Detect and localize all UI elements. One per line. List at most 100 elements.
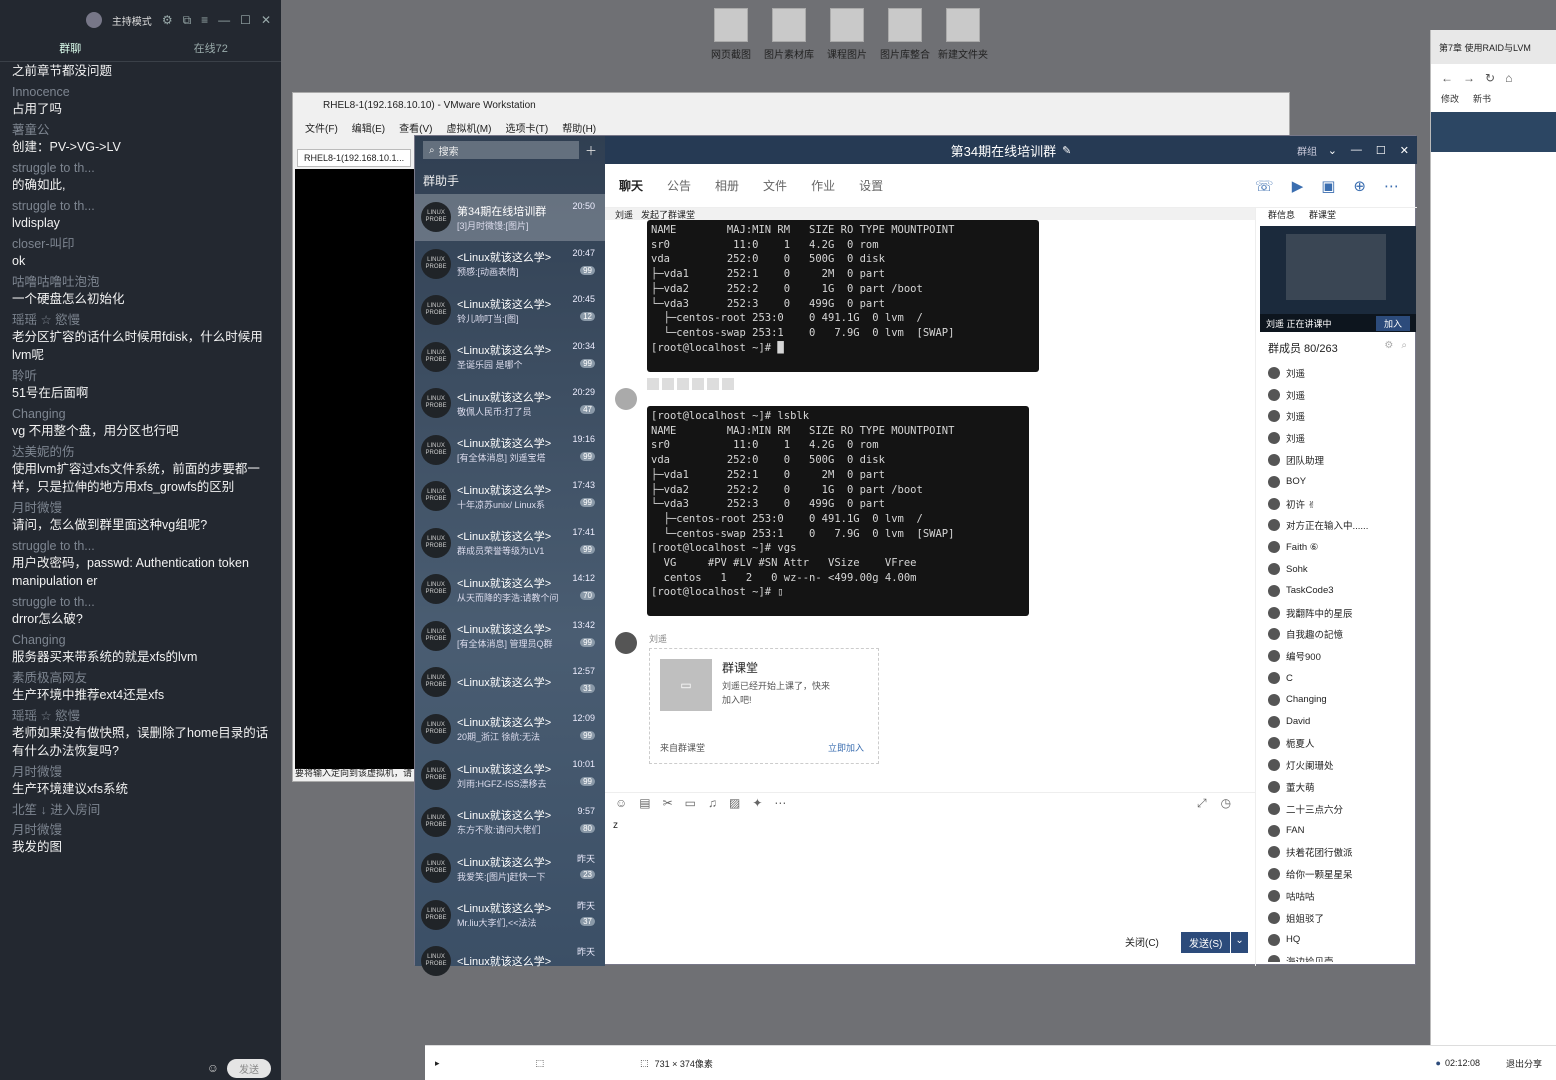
- member-item[interactable]: 海边捡贝壳: [1256, 951, 1418, 962]
- vm-menu-item[interactable]: 虚拟机(M): [446, 120, 491, 135]
- group-item[interactable]: LINUX PROBE <Linux就该这么学> 十年凉苏unix/ Linux系 1…: [415, 473, 605, 520]
- send-button[interactable]: 发送: [227, 1058, 271, 1078]
- member-item[interactable]: TaskCode3: [1256, 580, 1418, 602]
- chevron-down-icon[interactable]: ⌄: [1328, 144, 1337, 157]
- member-item[interactable]: 刘遥: [1256, 427, 1418, 449]
- desktop-shortcut[interactable]: 图片素材库: [763, 8, 815, 61]
- group-item[interactable]: LINUX PROBE <Linux就该这么学> 群成员荣誉等级为LV1 17:41 9…: [415, 520, 605, 567]
- vm-menu-item[interactable]: 查看(V): [399, 120, 432, 135]
- tab-item[interactable]: 公告: [667, 177, 691, 194]
- gif-icon[interactable]: ▤: [639, 796, 650, 810]
- group-item[interactable]: LINUX PROBE <Linux就该这么学> 东方不败:请问大佬们 9:57 80: [415, 799, 605, 846]
- member-item[interactable]: Changing: [1256, 689, 1418, 711]
- music-icon[interactable]: ♫: [708, 796, 717, 810]
- scissors-icon[interactable]: ✂: [663, 796, 673, 810]
- vm-menu-item[interactable]: 编辑(E): [352, 120, 385, 135]
- member-item[interactable]: 我翻阵中的星辰: [1256, 602, 1418, 624]
- member-item[interactable]: 刘遥: [1256, 384, 1418, 406]
- expand-icon[interactable]: ⤢: [1197, 796, 1207, 811]
- member-item[interactable]: Sohk: [1256, 558, 1418, 580]
- terminal-screenshot-1[interactable]: NAME MAJ:MIN RM SIZE RO TYPE MOUNTPOINT …: [647, 220, 1039, 372]
- emoji-icon[interactable]: ☺: [615, 796, 627, 810]
- group-class-card[interactable]: ▭ 群课堂 刘遥已经开始上课了，快来加入吧! 来自群课堂 立即加入: [649, 648, 879, 764]
- group-item[interactable]: LINUX PROBE <Linux就该这么学> 从天而降的李浩:请教个问 14:12…: [415, 566, 605, 613]
- tab-online[interactable]: 在线72: [141, 40, 282, 61]
- popout-icon[interactable]: ⧉: [183, 13, 192, 28]
- send-button[interactable]: 发送(S): [1181, 932, 1231, 953]
- group-item[interactable]: LINUX PROBE <Linux就该这么学> 我爱笑:[图片]赶快一下 昨天 23: [415, 845, 605, 892]
- member-item[interactable]: 团队助理: [1256, 449, 1418, 471]
- tab-group-class[interactable]: 群课堂: [1309, 208, 1336, 224]
- desktop-shortcut[interactable]: 课程图片: [821, 8, 873, 61]
- member-item[interactable]: 编号900: [1256, 645, 1418, 667]
- desktop-shortcut[interactable]: 网页截图: [705, 8, 757, 61]
- search-input[interactable]: ⌕ 搜索: [423, 141, 579, 159]
- group-item[interactable]: LINUX PROBE <Linux就该这么学> 铃儿响叮当:[图] 20:45 12: [415, 287, 605, 334]
- group-item[interactable]: LINUX PROBE <Linux就该这么学> 圣诞乐园 是哪个 20:34 99: [415, 334, 605, 381]
- desktop-shortcut[interactable]: 新建文件夹: [937, 8, 989, 61]
- forward-icon[interactable]: →: [1463, 71, 1475, 85]
- avatar[interactable]: [615, 388, 637, 410]
- member-item[interactable]: 灯火阑珊处: [1256, 754, 1418, 776]
- vm-screen[interactable]: [295, 169, 421, 769]
- member-item[interactable]: BOY: [1256, 471, 1418, 493]
- group-item[interactable]: LINUX PROBE <Linux就该这么学> 20期_浙江 徐航:无法 12:09…: [415, 706, 605, 753]
- member-item[interactable]: 对方正在输入中......: [1256, 515, 1418, 537]
- tool-icon[interactable]: [662, 378, 674, 390]
- tool-icon[interactable]: [647, 378, 659, 390]
- image-icon[interactable]: ▨: [729, 796, 740, 810]
- edit-icon[interactable]: ✎: [1062, 144, 1071, 157]
- tool-icon[interactable]: [722, 378, 734, 390]
- tab-item[interactable]: 作业: [811, 177, 835, 194]
- bookmark-edit[interactable]: 修改: [1441, 92, 1459, 112]
- member-item[interactable]: 给你一颗星星呆: [1256, 863, 1418, 885]
- member-item[interactable]: 扶着花团行傲派: [1256, 842, 1418, 864]
- member-item[interactable]: 董大萌: [1256, 776, 1418, 798]
- home-icon[interactable]: ⌂: [1505, 71, 1512, 85]
- group-item[interactable]: LINUX PROBE <Linux就该这么学> 预感:[动画表情] 20:47 99: [415, 241, 605, 288]
- emoji-icon[interactable]: ☺: [207, 1061, 219, 1075]
- member-item[interactable]: 自我趣の記憶: [1256, 624, 1418, 646]
- maximize-icon[interactable]: ☐: [240, 13, 251, 27]
- group-item[interactable]: LINUX PROBE <Linux就该这么学> [有全体消息] 管理员Q群 13:4…: [415, 613, 605, 660]
- member-item[interactable]: 栀夏人: [1256, 733, 1418, 755]
- tab-item[interactable]: 相册: [715, 177, 739, 194]
- settings-icon[interactable]: ⚙: [1384, 340, 1393, 351]
- desktop-shortcut[interactable]: 图片库整合: [879, 8, 931, 61]
- maximize-icon[interactable]: ☐: [1376, 144, 1386, 157]
- member-item[interactable]: 刘遥: [1256, 362, 1418, 384]
- group-item[interactable]: LINUX PROBE 第34期在线培训群 [3]月时微馒:[图片] 20:50: [415, 194, 605, 241]
- member-item[interactable]: 姐姐驳了: [1256, 907, 1418, 929]
- group-link[interactable]: 群组: [1297, 143, 1317, 158]
- mute-icon[interactable]: ✦: [752, 796, 762, 810]
- member-item[interactable]: Faith ⑥: [1256, 536, 1418, 558]
- folder-icon[interactable]: ▭: [685, 796, 696, 810]
- live-preview[interactable]: 刘遥 正在讲课中 加入: [1260, 226, 1416, 332]
- message-input[interactable]: z: [613, 820, 618, 831]
- browser-tab[interactable]: 第7章 使用RAID与LVM: [1439, 41, 1531, 54]
- close-icon[interactable]: ✕: [261, 13, 271, 27]
- close-icon[interactable]: ✕: [1400, 144, 1409, 157]
- terminal-screenshot-2[interactable]: [root@localhost ~]# lsblk NAME MAJ:MIN R…: [647, 406, 1029, 616]
- tab-item[interactable]: 设置: [859, 177, 883, 194]
- settings-icon[interactable]: ⚙: [162, 13, 173, 27]
- member-item[interactable]: HQ: [1256, 929, 1418, 951]
- join-link[interactable]: 立即加入: [828, 741, 864, 754]
- avatar[interactable]: [615, 632, 637, 654]
- exit-share-button[interactable]: 退出分享: [1506, 1057, 1542, 1070]
- minimize-icon[interactable]: —: [218, 13, 230, 27]
- member-item[interactable]: C: [1256, 667, 1418, 689]
- add-icon[interactable]: ＋: [585, 142, 597, 159]
- reload-icon[interactable]: ↻: [1485, 71, 1495, 85]
- tool-icon[interactable]: [677, 378, 689, 390]
- vm-tab[interactable]: RHEL8-1(192.168.10.1...: [297, 149, 412, 167]
- tab-item[interactable]: 聊天: [619, 177, 643, 194]
- member-item[interactable]: 二十三点六分: [1256, 798, 1418, 820]
- close-button[interactable]: 关闭(C): [1125, 934, 1159, 949]
- group-item[interactable]: LINUX PROBE <Linux就该这么学> 12:57 31: [415, 659, 605, 706]
- more-icon[interactable]: ⋯: [774, 796, 786, 810]
- member-item[interactable]: 初许 ✌: [1256, 493, 1418, 515]
- member-item[interactable]: 咕咕咕: [1256, 885, 1418, 907]
- vm-menu-item[interactable]: 帮助(H): [562, 120, 596, 135]
- tab-group-info[interactable]: 群信息: [1268, 208, 1295, 224]
